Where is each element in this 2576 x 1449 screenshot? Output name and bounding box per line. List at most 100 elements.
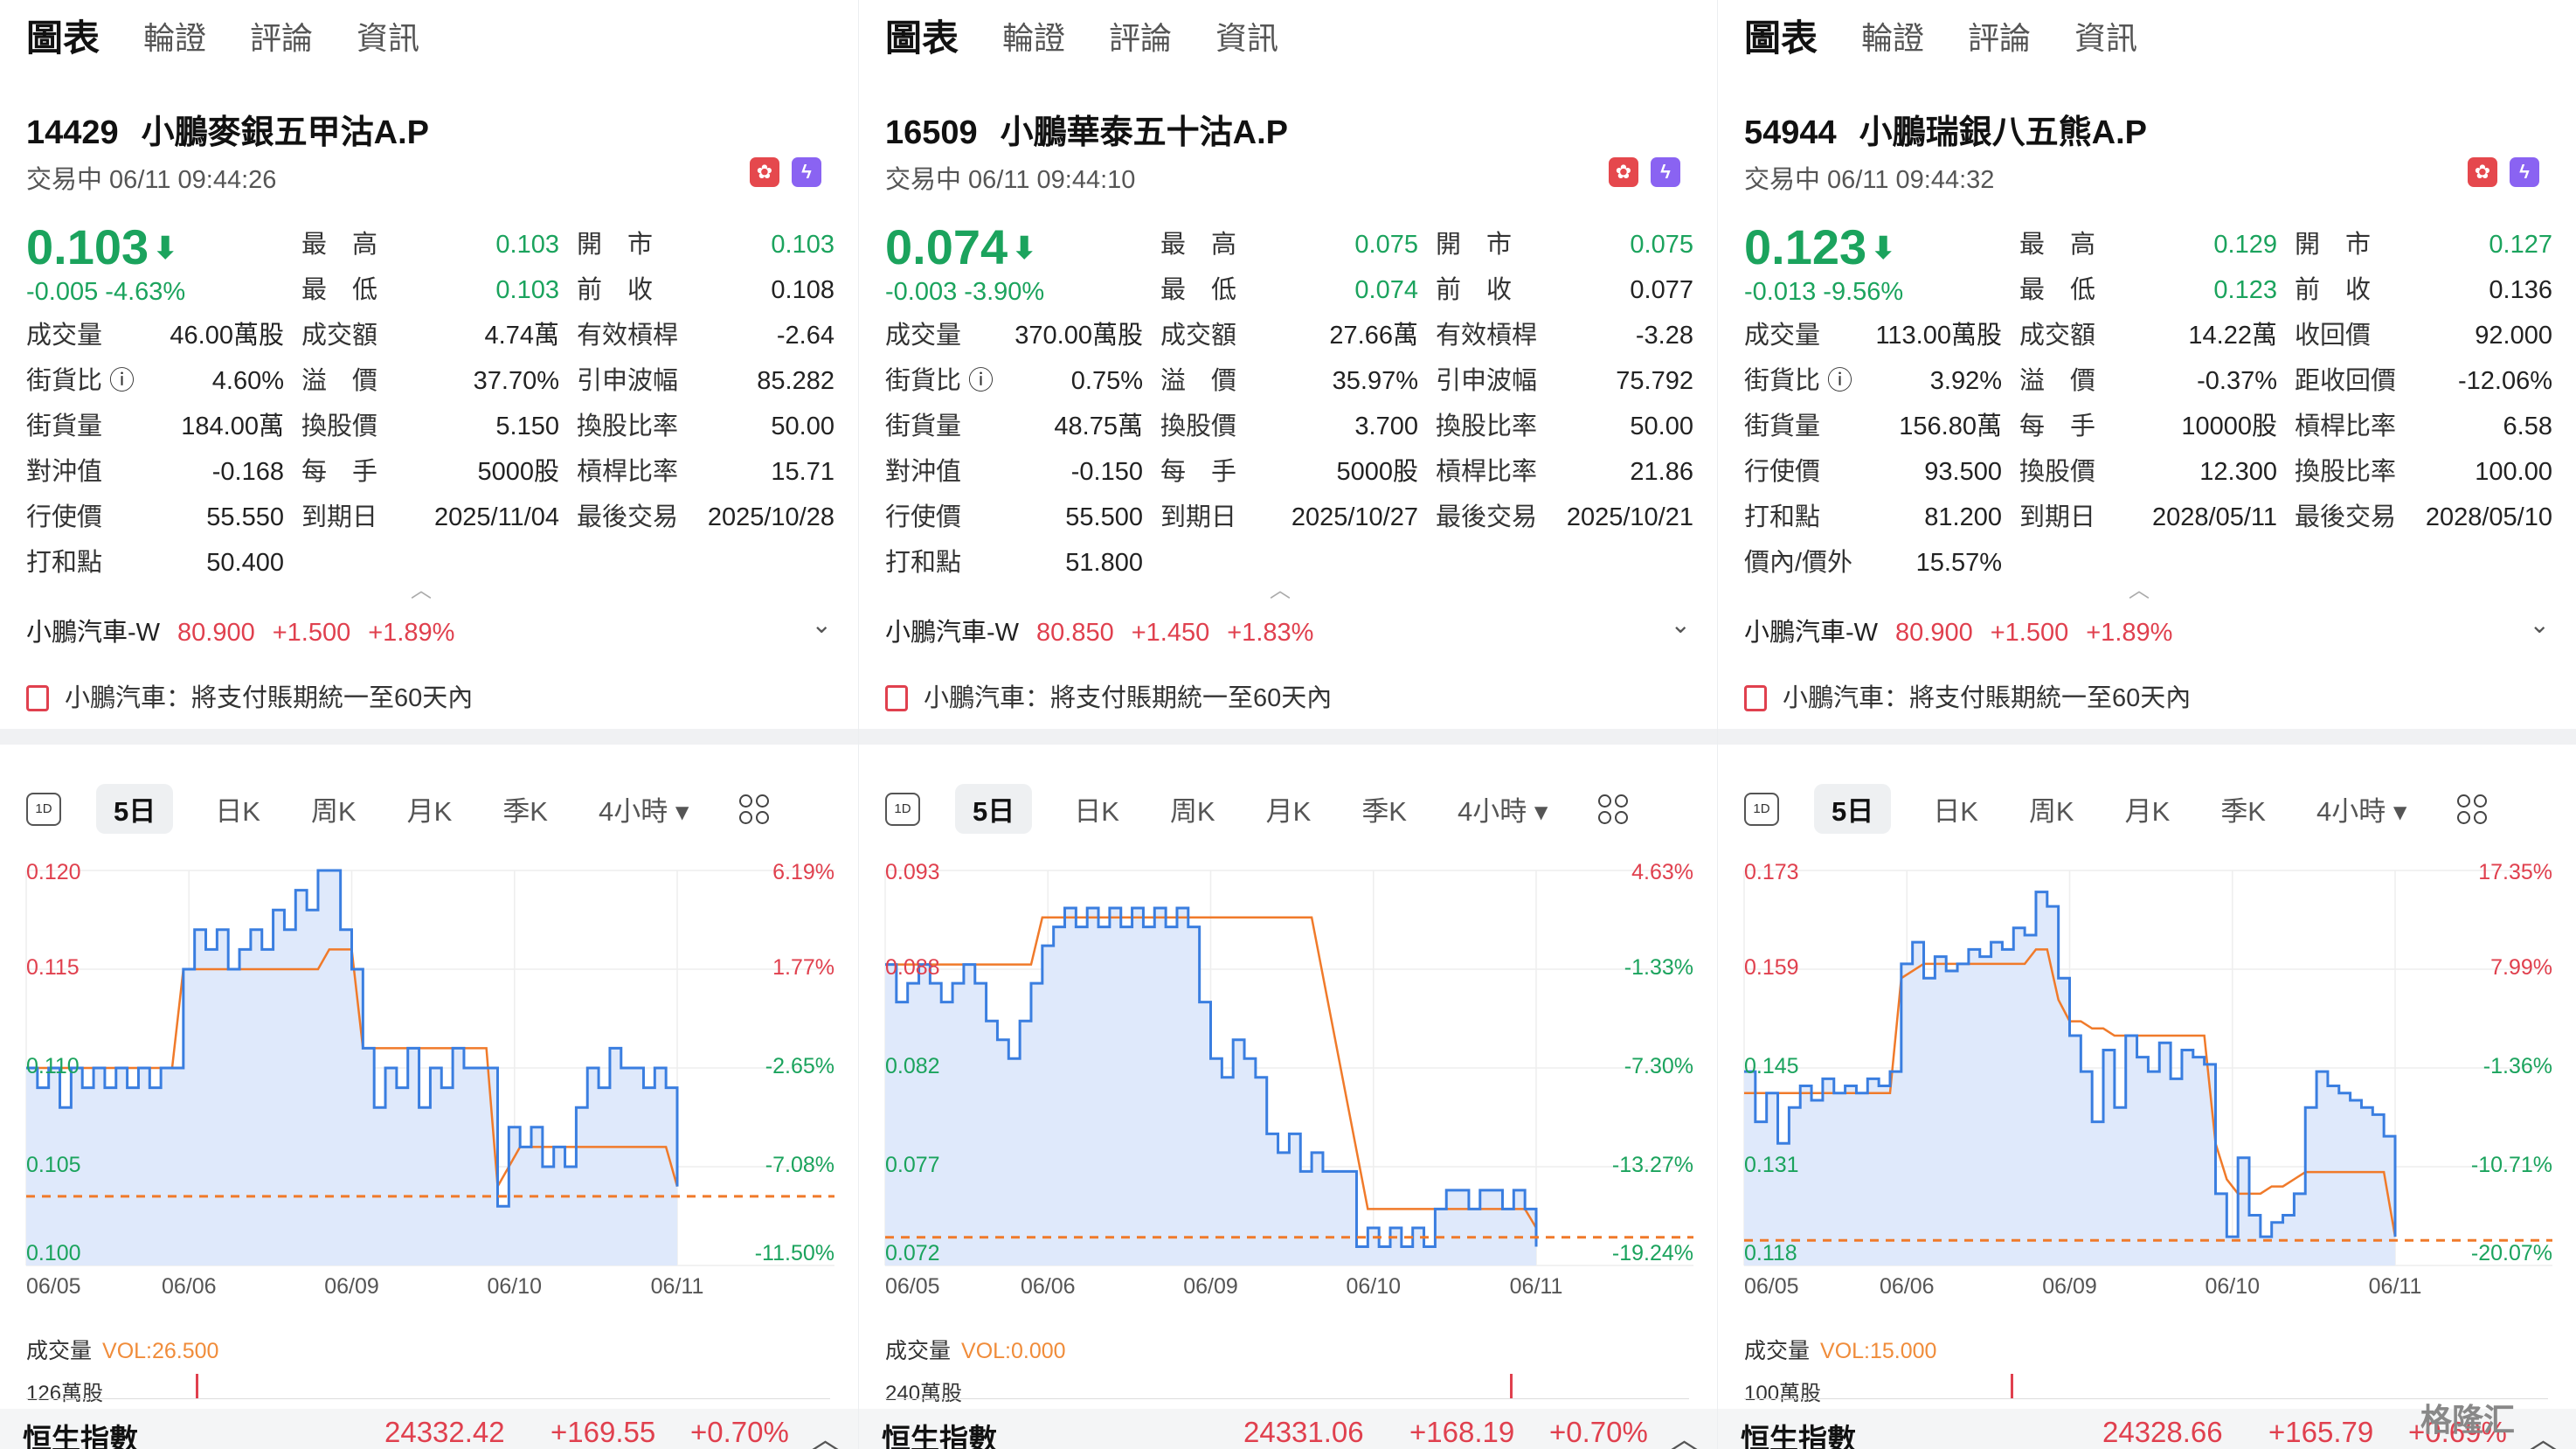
news-icon	[26, 685, 49, 711]
y-axis-left-label: 0.077	[885, 1153, 940, 1177]
underlying-name: 小鵬汽車-W	[1744, 619, 1879, 647]
news-headline[interactable]: 小鵬汽車：將支付賬期統一至60天內	[1744, 677, 2191, 714]
chart-tab-5[interactable]: 4小時 ▾	[599, 789, 689, 828]
price-change: -0.005 -4.63%	[26, 278, 186, 306]
stat-label: 到期日	[301, 503, 378, 531]
stat-value: 113.00萬股	[1875, 322, 2002, 350]
chevron-up-icon[interactable]: ︿	[1670, 1416, 1699, 1449]
y-axis-right-label: -7.30%	[1624, 1054, 1693, 1078]
chevron-up-icon[interactable]: ︿	[2529, 1416, 2558, 1449]
underlying-name: 小鵬汽車-W	[885, 619, 1020, 647]
y-axis-left-label: 0.082	[885, 1054, 940, 1078]
x-axis-date-label: 06/05	[1744, 1274, 1799, 1299]
tab-1[interactable]: 輪證	[1002, 12, 1065, 65]
stat-label: 最 高	[1160, 231, 1237, 259]
underlying-row[interactable]: 小鵬汽車-W 80.850 +1.450 +1.83%	[885, 612, 1331, 648]
chart-tab-0[interactable]: 5日	[955, 784, 1033, 834]
chart-tab-1[interactable]: 日K	[1933, 789, 1978, 828]
stat-label: 最後交易	[1436, 503, 1538, 531]
collapse-caret-icon[interactable]: ︿	[411, 572, 432, 603]
stat-label: 行使價	[26, 503, 103, 531]
chart-tab-2[interactable]: 周K	[1170, 789, 1215, 828]
stat-value: 2025/10/27	[1291, 503, 1418, 531]
underlying-row[interactable]: 小鵬汽車-W 80.900 +1.500 +1.89%	[26, 612, 472, 648]
chevron-up-icon[interactable]: ︿	[811, 1416, 840, 1449]
stat-value: 0.075	[1354, 231, 1418, 259]
chart-tab-3[interactable]: 月K	[407, 789, 453, 828]
chart-tab-1[interactable]: 日K	[215, 789, 260, 828]
stat-value: -0.150	[1070, 458, 1143, 486]
chart-tab-0[interactable]: 5日	[1814, 784, 1892, 834]
stat-label: 成交額	[1160, 322, 1237, 350]
chevron-down-icon[interactable]: ⌄	[1671, 610, 1691, 639]
tab-3[interactable]: 資訊	[357, 12, 419, 65]
stat-label: 距收回價	[2295, 367, 2397, 395]
flash-icon[interactable]: ϟ	[792, 157, 821, 187]
tab-0[interactable]: 圖表	[883, 12, 959, 65]
y-axis-left-label: 0.100	[26, 1241, 81, 1265]
stat-value: 5.150	[495, 413, 559, 440]
warrant-code: 14429	[26, 114, 119, 151]
chart-tab-0[interactable]: 5日	[96, 784, 174, 834]
chart-tab-4[interactable]: 季K	[2220, 789, 2266, 828]
underlying-change: +1.500	[1990, 619, 2069, 647]
stat-value: 0.103	[495, 231, 559, 259]
price-chart[interactable]: 0.173 0.159 0.145 0.131 0.118 17.35% 7.99% -1.3…	[1718, 839, 2576, 1311]
intraday-1d-icon[interactable]: 1D	[26, 792, 61, 826]
tab-1[interactable]: 輪證	[143, 12, 206, 65]
price-change: -0.003 -3.90%	[885, 278, 1045, 306]
volume-bar	[1510, 1374, 1513, 1398]
tab-3[interactable]: 資訊	[1215, 12, 1278, 65]
chart-tab-4[interactable]: 季K	[1361, 789, 1407, 828]
chevron-down-icon[interactable]: ⌄	[2530, 610, 2550, 639]
intraday-1d-icon[interactable]: 1D	[1744, 792, 1779, 826]
y-axis-left-label: 0.110	[26, 1054, 80, 1078]
news-text: 小鵬汽車：將支付賬期統一至60天內	[65, 684, 474, 712]
collapse-caret-icon[interactable]: ︿	[2129, 572, 2150, 603]
tab-2[interactable]: 評論	[250, 12, 313, 65]
tab-2[interactable]: 評論	[1109, 12, 1172, 65]
collapse-caret-icon[interactable]: ︿	[1270, 572, 1291, 603]
volume-title: 成交量	[885, 1339, 952, 1363]
price-value: 0.103	[26, 219, 149, 274]
stat-value: 3.700	[1354, 413, 1418, 440]
flash-icon[interactable]: ϟ	[2510, 157, 2539, 187]
stat-label: 街貨量	[885, 413, 962, 440]
underlying-row[interactable]: 小鵬汽車-W 80.900 +1.500 +1.89%	[1744, 612, 2190, 648]
stat-value: 15.71	[771, 458, 834, 486]
news-headline[interactable]: 小鵬汽車：將支付賬期統一至60天內	[885, 677, 1332, 714]
warrant-panel-14429: 圖表 輪證 評論 資訊 14429 小鵬麥銀五甲沽A.P 交易中 06/11 09:44:2…	[0, 0, 858, 1449]
chart-tab-3[interactable]: 月K	[2125, 789, 2171, 828]
volume-label: 成交量 VOL:26.500	[26, 1334, 218, 1365]
volume-title: 成交量	[26, 1339, 93, 1363]
chart-tab-4[interactable]: 季K	[502, 789, 548, 828]
chevron-down-icon[interactable]: ⌄	[812, 610, 832, 639]
tab-2[interactable]: 評論	[1968, 12, 2031, 65]
layout-grid-icon[interactable]	[2457, 794, 2488, 824]
chart-tab-1[interactable]: 日K	[1074, 789, 1119, 828]
stat-label: 開 市	[1436, 231, 1513, 259]
chart-tab-5[interactable]: 4小時 ▾	[1458, 789, 1548, 828]
y-axis-right-label: -13.27%	[1612, 1153, 1693, 1177]
tab-0[interactable]: 圖表	[24, 12, 100, 65]
stat-label: 成交量	[26, 322, 103, 350]
chart-tab-5[interactable]: 4小時 ▾	[2316, 789, 2406, 828]
news-headline[interactable]: 小鵬汽車：將支付賬期統一至60天內	[26, 677, 473, 714]
chart-tab-3[interactable]: 月K	[1266, 789, 1312, 828]
tab-1[interactable]: 輪證	[1861, 12, 1924, 65]
stat-value: -0.168	[211, 458, 284, 486]
layout-grid-icon[interactable]	[739, 794, 770, 824]
intraday-1d-icon[interactable]: 1D	[885, 792, 920, 826]
stat-label: 最後交易	[2295, 503, 2397, 531]
chart-tab-2[interactable]: 周K	[2029, 789, 2074, 828]
flash-icon[interactable]: ϟ	[1651, 157, 1680, 187]
price-change: -0.013 -9.56%	[1744, 278, 1904, 306]
stat-label: 換股比率	[1436, 413, 1538, 440]
tab-3[interactable]: 資訊	[2074, 12, 2137, 65]
index-name: 恒生指數	[882, 1423, 997, 1449]
layout-grid-icon[interactable]	[1598, 794, 1629, 824]
chart-tab-2[interactable]: 周K	[311, 789, 357, 828]
tab-0[interactable]: 圖表	[1742, 12, 1818, 65]
price-chart[interactable]: 0.120 0.115 0.110 0.105 0.100 6.19% 1.77% -2.65…	[0, 839, 858, 1311]
price-chart[interactable]: 0.093 0.088 0.082 0.077 0.072 4.63% -1.33% -7.3…	[859, 839, 1717, 1311]
